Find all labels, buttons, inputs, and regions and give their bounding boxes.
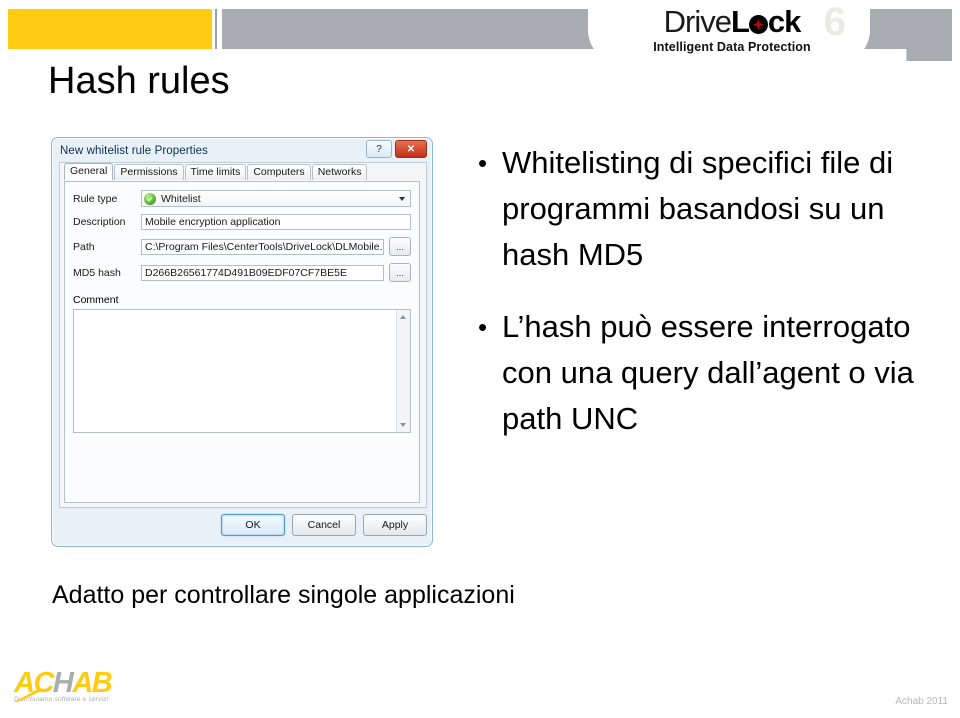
rule-type-row: Rule type Whitelist — [73, 190, 411, 207]
logo-text-ck: ck — [767, 4, 801, 39]
path-row: Path C:\Program Files\CenterTools\DriveL… — [73, 237, 411, 256]
tab-networks[interactable]: Networks — [311, 164, 368, 180]
dialog-title: New whitelist rule Properties — [60, 145, 208, 157]
bullet-marker: • — [478, 312, 488, 342]
tab-time-limits[interactable]: Time limits — [184, 164, 247, 180]
banner-yellow-block — [8, 9, 212, 49]
dialog-titlebar: New whitelist rule Properties ? ✕ — [52, 138, 432, 160]
page-title: Hash rules — [48, 60, 230, 102]
logo-text-drive: Drive — [663, 4, 732, 39]
closing-statement: Adatto per controllare singole applicazi… — [52, 581, 515, 609]
tab-general[interactable]: General — [64, 163, 114, 180]
md5-row: MD5 hash D266B26561774D491B09EDF07CF7BE5… — [73, 263, 411, 282]
logo-version-number: 6 — [823, 0, 846, 44]
tab-permissions[interactable]: Permissions — [114, 164, 184, 180]
achab-logo: ACHAB Distribuiamo software e servizi — [14, 668, 134, 710]
rule-type-dropdown[interactable]: Whitelist — [141, 190, 411, 207]
comment-scrollbar[interactable] — [396, 310, 410, 432]
path-browse-button[interactable]: ... — [389, 237, 411, 256]
banner-divider-line — [215, 9, 217, 49]
bullet-text: Whitelisting di specifici file di progra… — [502, 145, 894, 272]
path-label: Path — [73, 240, 95, 253]
scroll-down-icon[interactable] — [400, 423, 406, 427]
bullet-marker: • — [478, 148, 488, 178]
comment-label: Comment — [73, 294, 119, 306]
dialog-footer: OK Cancel Apply — [59, 514, 427, 540]
properties-dialog: New whitelist rule Properties ? ✕ Genera… — [51, 137, 433, 547]
cancel-button[interactable]: Cancel — [292, 514, 356, 536]
list-item: • Whitelisting di specifici file di prog… — [478, 140, 948, 278]
drivelock-logo: DriveL ck 6 Intelligent Data Protection — [612, 2, 852, 58]
bullet-text: L’hash può essere interrogato con una qu… — [502, 309, 914, 436]
tabstrip: General Permissions Time limits Computer… — [60, 163, 426, 180]
scroll-up-icon[interactable] — [400, 315, 406, 319]
logo-tagline: Intelligent Data Protection — [653, 40, 811, 54]
description-row: Description Mobile encryption applicatio… — [73, 214, 411, 230]
tab-page-general: Rule type Whitelist Description Mobile e… — [64, 181, 420, 503]
rule-type-value: Whitelist — [161, 192, 201, 205]
description-input[interactable]: Mobile encryption application — [141, 214, 411, 230]
description-label: Description — [73, 216, 126, 228]
md5-input[interactable]: D266B26561774D491B09EDF07CF7BE5E — [141, 264, 384, 281]
md5-browse-button[interactable]: ... — [389, 263, 411, 282]
dialog-body: General Permissions Time limits Computer… — [59, 162, 427, 508]
lock-icon — [748, 15, 768, 34]
chevron-down-icon[interactable] — [399, 197, 405, 201]
achab-wordmark: ACHAB — [14, 668, 134, 698]
ok-button[interactable]: OK — [221, 514, 285, 536]
green-check-icon — [144, 192, 156, 205]
achab-text-h: H — [52, 667, 74, 699]
help-button[interactable]: ? — [366, 140, 392, 158]
slide-header-banner: DriveL ck 6 Intelligent Data Protection — [0, 0, 960, 64]
apply-button[interactable]: Apply — [363, 514, 427, 536]
footer-credit: Achab 2011 — [895, 696, 948, 707]
path-input[interactable]: C:\Program Files\CenterTools\DriveLock\D… — [141, 238, 384, 255]
achab-text-ac: AC — [14, 667, 54, 699]
list-item: • L’hash può essere interrogato con una … — [478, 304, 948, 442]
md5-label: MD5 hash — [73, 266, 121, 279]
dialog-caption-buttons: ? ✕ — [366, 140, 427, 158]
achab-text-ab: AB — [72, 667, 112, 699]
drivelock-wordmark: DriveL ck 6 — [612, 2, 852, 42]
tab-computers[interactable]: Computers — [247, 164, 311, 180]
close-icon[interactable]: ✕ — [395, 140, 427, 158]
rule-type-label: Rule type — [73, 192, 118, 205]
comment-textarea[interactable] — [73, 309, 411, 433]
logo-text-l: L — [730, 4, 750, 39]
bullet-list: • Whitelisting di specifici file di prog… — [478, 140, 948, 468]
